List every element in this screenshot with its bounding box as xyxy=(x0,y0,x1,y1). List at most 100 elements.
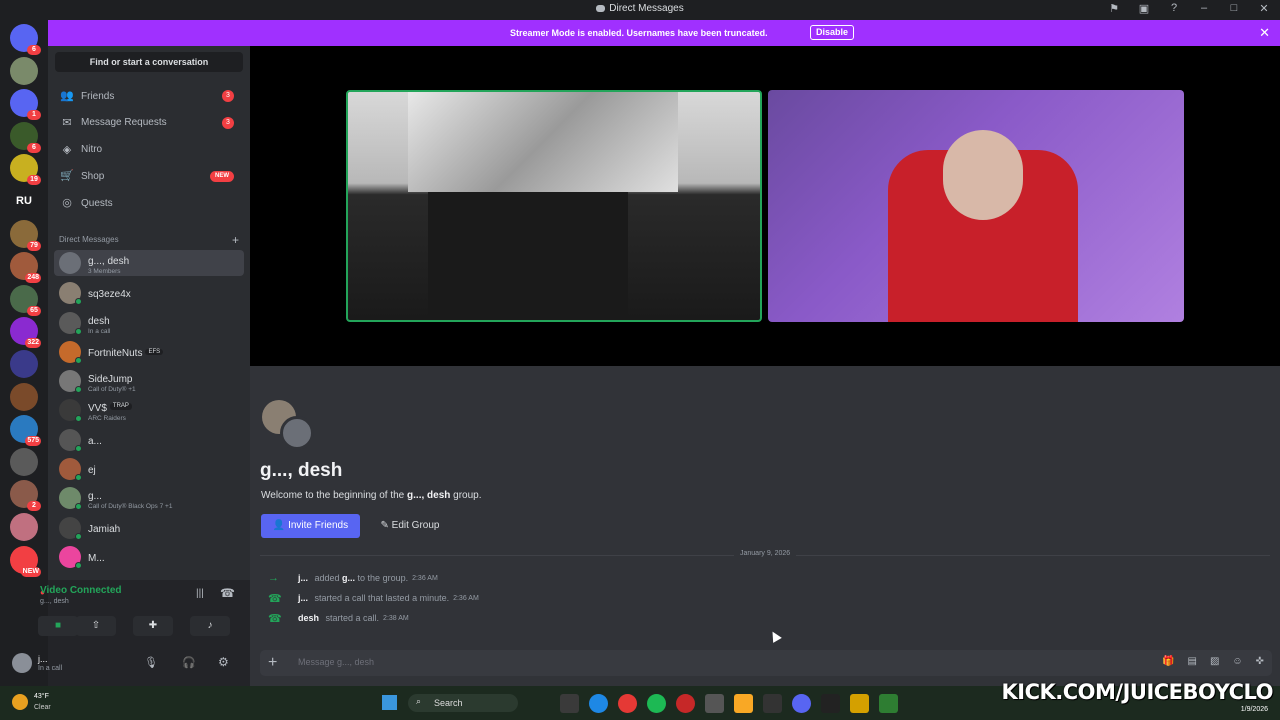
invite-friends-button[interactable]: 👤 Invite Friends xyxy=(261,514,360,538)
headphones-icon[interactable]: 🎧 xyxy=(182,656,196,669)
steam-icon[interactable] xyxy=(763,694,782,713)
dm-item[interactable]: desh In a call xyxy=(54,310,244,336)
quests-icon: ◎ xyxy=(62,197,72,210)
store-icon[interactable] xyxy=(705,694,724,713)
help-icon[interactable]: ? xyxy=(1166,2,1182,15)
apps-icon[interactable]: ✜ xyxy=(1256,656,1264,667)
camera-button[interactable]: ■ xyxy=(38,616,78,636)
gift-icon[interactable]: 🎁 xyxy=(1162,656,1174,667)
chat-title: g..., desh xyxy=(260,460,343,481)
dm-item[interactable]: g..., desh 3 Members xyxy=(54,250,244,276)
nav-item-quests[interactable]: ◎ Quests xyxy=(54,191,244,215)
taskbar-search[interactable]: Search xyxy=(408,694,518,712)
nav-item-friends[interactable]: 👥 Friends 3 xyxy=(54,84,244,108)
server-icon[interactable]: 575 xyxy=(10,415,41,447)
emoji-icon[interactable]: ☺ xyxy=(1232,656,1242,667)
server-badge: 79 xyxy=(27,240,41,251)
server-icon[interactable]: NEW xyxy=(10,545,41,577)
dm-item[interactable]: SideJump Call of Duty® +1 xyxy=(54,368,244,394)
voice-status[interactable]: Video Connected xyxy=(40,585,122,596)
create-dm-icon[interactable]: + xyxy=(232,233,239,247)
server-icon[interactable]: RU xyxy=(10,187,38,215)
nav-item-shop[interactable]: 🛒 Shop NEW xyxy=(54,164,244,188)
dm-text: desh In a call xyxy=(88,311,110,336)
disconnect-icon[interactable]: ☎ xyxy=(220,586,235,600)
server-icon[interactable]: 65 xyxy=(10,284,41,316)
folder-icon[interactable] xyxy=(734,694,753,713)
dm-item[interactable]: VV$ TRAP ARC Raiders xyxy=(54,397,244,423)
minimize-button[interactable]: – xyxy=(1196,2,1212,15)
dm-item[interactable]: M... xyxy=(54,544,244,570)
dm-item[interactable]: g... Call of Duty® Black Ops 7 +1 xyxy=(54,485,244,511)
dm-item[interactable]: sq3eze4x xyxy=(54,280,244,306)
screenshare-button[interactable]: ⇧ xyxy=(76,616,116,636)
dm-text: a... xyxy=(88,431,102,449)
sticker-icon[interactable]: ▨ xyxy=(1210,656,1219,667)
close-button[interactable]: ✕ xyxy=(1256,2,1272,15)
weather-temp[interactable]: 43°F xyxy=(34,693,49,700)
find-conversation-button[interactable]: Find or start a conversation xyxy=(55,52,243,72)
rockstar-icon[interactable] xyxy=(850,694,869,713)
noise-suppression-icon[interactable]: ||| xyxy=(196,588,204,599)
server-icon[interactable] xyxy=(10,447,38,476)
dm-item[interactable]: FortniteNuts EFS xyxy=(54,339,244,365)
group-avatar xyxy=(262,400,314,450)
server-icon[interactable]: 79 xyxy=(10,219,41,251)
edit-group-button[interactable]: ✎ Edit Group xyxy=(370,514,450,538)
discord-taskbar-icon[interactable] xyxy=(792,694,811,713)
close-banner-icon[interactable]: ✕ xyxy=(1259,25,1270,41)
dm-item[interactable]: Jamiah xyxy=(54,515,244,541)
chrome-icon[interactable] xyxy=(618,694,637,713)
screen-icon[interactable]: ▣ xyxy=(1136,2,1152,15)
soundboard-button[interactable]: ♪ xyxy=(190,616,230,636)
message-target[interactable]: g... xyxy=(342,573,355,583)
maximize-button[interactable]: □ xyxy=(1226,2,1242,15)
dm-name: g..., desh xyxy=(88,255,130,267)
gif-icon[interactable]: ▤ xyxy=(1187,656,1196,667)
avatar xyxy=(59,517,82,540)
xbox-icon[interactable] xyxy=(879,694,898,713)
inbox-icon[interactable]: ⚑ xyxy=(1106,2,1122,15)
add-attachment-icon[interactable]: + xyxy=(268,654,277,672)
nav-item-message-requests[interactable]: ✉ Message Requests 3 xyxy=(54,111,244,135)
disable-streamer-button[interactable]: Disable xyxy=(810,25,855,40)
user-avatar[interactable] xyxy=(12,653,32,673)
terminal-icon[interactable] xyxy=(821,694,840,713)
message-actor[interactable]: j... xyxy=(298,573,308,583)
server-icon[interactable]: 2 xyxy=(10,480,41,512)
activities-button[interactable]: ✚ xyxy=(133,616,173,636)
phone-icon: ☎ xyxy=(268,592,282,605)
dm-item[interactable]: ej xyxy=(54,456,244,482)
server-icon[interactable]: 19 xyxy=(10,154,41,186)
message-timestamp: 2:36 AM xyxy=(412,574,438,582)
settings-gear-icon[interactable]: ⚙ xyxy=(218,655,229,669)
nav-item-nitro[interactable]: ◈ Nitro xyxy=(54,138,244,162)
dm-name-line: ej xyxy=(88,460,96,478)
message-composer[interactable]: + Message g..., desh 🎁 ▤ ▨ ☺ ✜ xyxy=(260,650,1272,676)
message-text: added xyxy=(312,573,343,583)
taskbar-date[interactable]: 1/9/2026 xyxy=(1241,706,1268,713)
server-icon[interactable] xyxy=(10,56,38,85)
message-actor[interactable]: desh xyxy=(298,613,319,623)
video-tile-1[interactable] xyxy=(346,90,762,322)
taskview-icon[interactable] xyxy=(560,694,579,713)
server-icon[interactable]: 6 xyxy=(10,121,41,153)
message-actor[interactable]: j... xyxy=(298,593,308,603)
edge-icon[interactable] xyxy=(589,694,608,713)
video-tile-2[interactable] xyxy=(768,90,1184,322)
composer-placeholder[interactable]: Message g..., desh xyxy=(298,657,374,667)
server-icon[interactable]: 322 xyxy=(10,317,41,349)
start-button[interactable] xyxy=(382,695,397,710)
server-icon[interactable] xyxy=(10,350,38,378)
dm-item[interactable]: a... xyxy=(54,427,244,453)
server-icon[interactable] xyxy=(10,382,38,411)
dm-name: desh xyxy=(88,315,110,327)
app-icon[interactable] xyxy=(676,694,695,713)
server-icon[interactable]: 6 xyxy=(10,24,41,55)
spotify-icon[interactable] xyxy=(647,694,666,713)
microphone-icon[interactable]: 🎙 xyxy=(144,656,158,669)
dm-name: g... xyxy=(88,490,102,502)
server-icon[interactable]: 248 xyxy=(10,252,41,284)
server-icon[interactable] xyxy=(10,513,38,541)
server-icon[interactable]: 1 xyxy=(10,89,41,121)
